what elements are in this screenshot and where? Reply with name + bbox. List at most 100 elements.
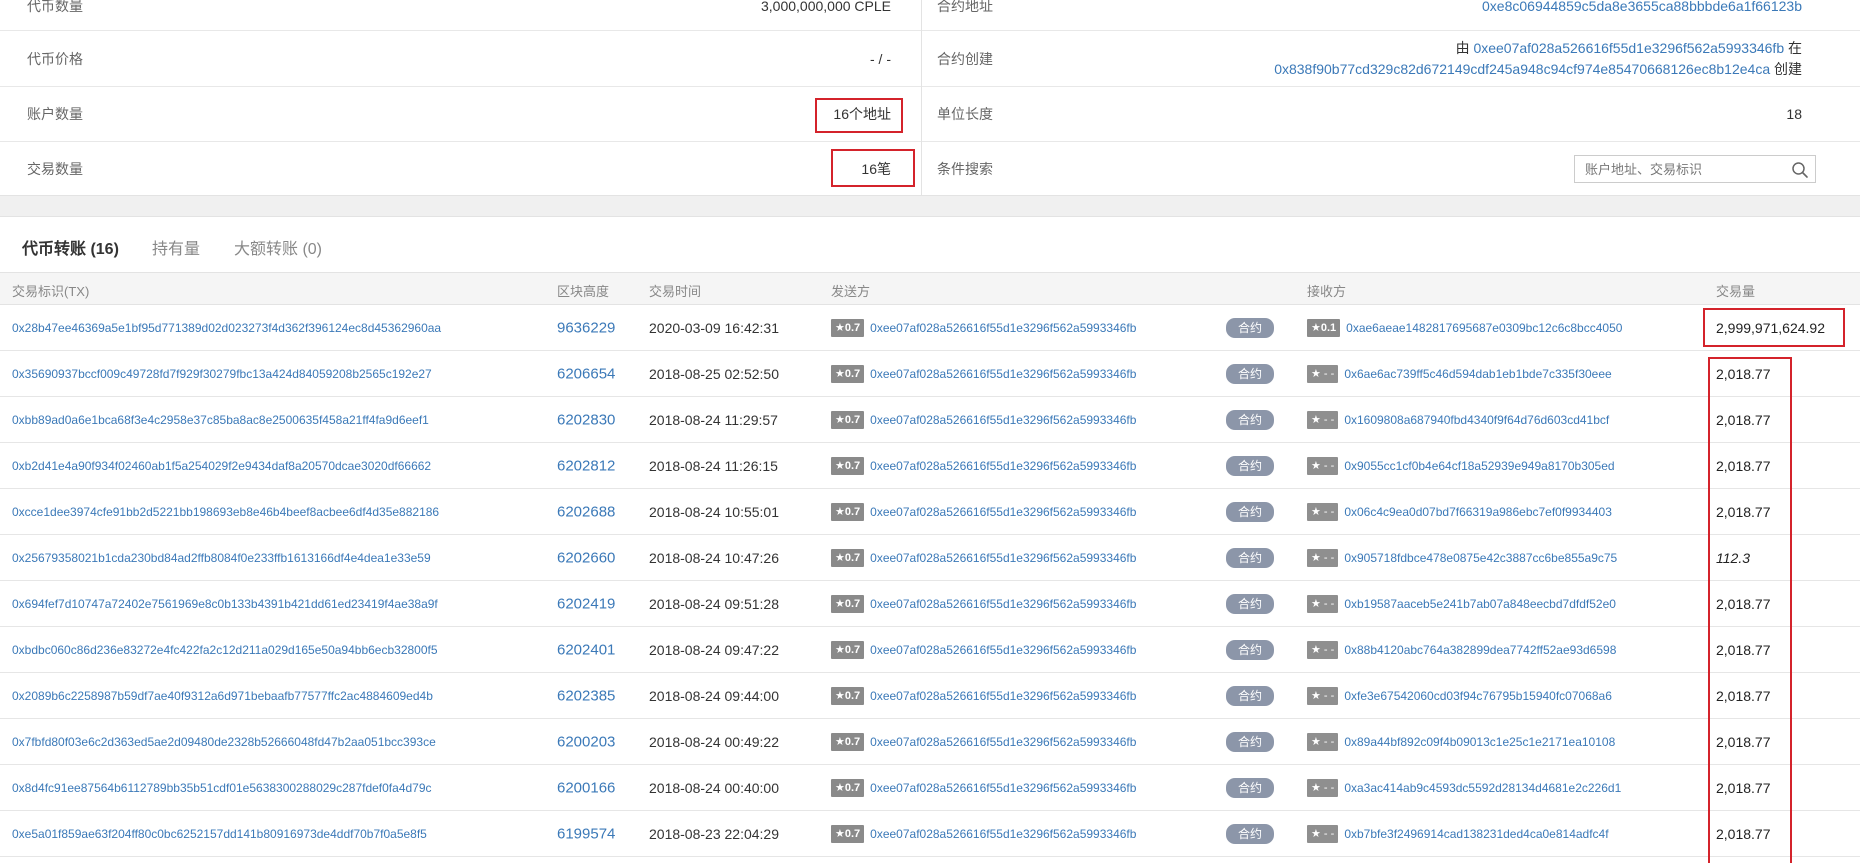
tab-holdings[interactable]: 持有量	[152, 235, 200, 259]
tx-time: 2018-08-24 00:40:00	[649, 779, 779, 796]
contract-tag-cell: 合约	[1226, 363, 1275, 384]
sender-address-link[interactable]: 0xee07af028a526616f55d1e3296f562a5993346…	[870, 781, 1136, 795]
receiver-cell: ★ - - 0x6ae6ac739ff5c46d594dab1eb1bde7c33…	[1307, 364, 1612, 383]
receiver-cell: ★ - - 0xa3ac414ab9c4593dc5592d28134d4681e…	[1307, 778, 1621, 797]
table-row: 0x25679358021b1cda230bd84ad2ffb8084f0e23…	[0, 535, 1860, 581]
sender-address-link[interactable]: 0xee07af028a526616f55d1e3296f562a5993346…	[870, 413, 1136, 427]
sender-address-link[interactable]: 0xee07af028a526616f55d1e3296f562a5993346…	[870, 551, 1136, 565]
tx-hash-link[interactable]: 0x694fef7d10747a72402e7561969e8c0b133b43…	[12, 597, 438, 611]
tab-token-transfers[interactable]: 代币转账 (16)	[22, 235, 119, 259]
block-height-link[interactable]: 6202401	[557, 641, 615, 658]
table-header: 交易标识(TX) 区块高度 交易时间 发送方 接收方 交易量	[0, 273, 1860, 305]
amount-value: 2,018.77	[1716, 457, 1771, 474]
block-height-link[interactable]: 6202812	[557, 457, 615, 474]
receiver-cell: ★ - - 0x905718fdbce478e0875e42c3887cc6be8…	[1307, 548, 1617, 567]
token-overview-panel: 代币数量 3,000,000,000 CPLE 代币价格 - / - 账户数量 …	[0, 0, 1860, 196]
overview-right-column: 合约地址 0xe8c06944859c5da8e3655ca88bbbde6a1…	[922, 0, 1860, 196]
tx-time: 2020-03-09 16:42:31	[649, 319, 779, 336]
creator-address-link[interactable]: 0xee07af028a526616f55d1e3296f562a5993346…	[1473, 40, 1784, 56]
receiver-cell: ★0.1 0xae6aeae1482817695687e0309bc12c6c8b…	[1307, 318, 1622, 337]
header-amount: 交易量	[1716, 284, 1756, 299]
contract-tag: 合约	[1226, 363, 1275, 384]
table-row: 0x28b47ee46369a5e1bf95d771389d02d023273f…	[0, 305, 1860, 351]
sender-address-link[interactable]: 0xee07af028a526616f55d1e3296f562a5993346…	[870, 827, 1136, 841]
tx-hash-link[interactable]: 0xbb89ad0a6e1bca68f3e4c2958e37c85ba8ac8e…	[12, 413, 429, 427]
tab-large-transfers[interactable]: 大额转账 (0)	[234, 235, 322, 259]
tx-hash-link[interactable]: 0x35690937bccf009c49728fd7f929f30279fbc1…	[12, 367, 432, 381]
block-height-link[interactable]: 6202385	[557, 687, 615, 704]
contract-tag-cell: 合约	[1226, 547, 1275, 568]
receiver-cell: ★ - - 0x9055cc1cf0b4e64cf18a52939e949a817…	[1307, 456, 1615, 475]
tx-hash-link[interactable]: 0xcce1dee3974cfe91bb2d5221bb198693eb8e46…	[12, 505, 439, 519]
creation-suffix: 创建	[1774, 60, 1802, 77]
sender-address-link[interactable]: 0xee07af028a526616f55d1e3296f562a5993346…	[870, 597, 1136, 611]
table-row: 0xb2d41e4a90f934f02460ab1f5a254029f2e943…	[0, 443, 1860, 489]
tx-hash-link[interactable]: 0x7fbfd80f03e6c2d363ed5ae2d09480de2328b5…	[12, 735, 436, 749]
tx-hash-link[interactable]: 0x2089b6c2258987b59df7ae40f9312a6d971beb…	[12, 689, 433, 703]
transfers-tabs: 代币转账 (16) 持有量 大额转账 (0)	[0, 217, 1860, 273]
contract-tag-cell: 合约	[1226, 685, 1275, 706]
sender-cell: ★0.7 0xee07af028a526616f55d1e3296f562a599…	[831, 640, 1136, 659]
table-row: 0x694fef7d10747a72402e7561969e8c0b133b43…	[0, 581, 1860, 627]
sender-address-link[interactable]: 0xee07af028a526616f55d1e3296f562a5993346…	[870, 459, 1136, 473]
creation-tx-link[interactable]: 0x838f90b77cd329c82d672149cdf245a948c94c…	[1274, 61, 1770, 77]
contract-address-link[interactable]: 0xe8c06944859c5da8e3655ca88bbbde6a1f6612…	[1482, 0, 1802, 14]
block-height-link[interactable]: 6202688	[557, 503, 615, 520]
amount-value: 2,018.77	[1716, 641, 1771, 658]
header-from: 发送方	[831, 284, 871, 299]
block-height-link[interactable]: 6202419	[557, 595, 615, 612]
receiver-address-link[interactable]: 0x06c4c9ea0d07bd7f66319a986ebc7ef0f99344…	[1344, 505, 1612, 519]
tx-hash-link[interactable]: 0x28b47ee46369a5e1bf95d771389d02d023273f…	[12, 321, 441, 335]
receiver-address-link[interactable]: 0x89a44bf892c09f4b09013c1e25c1e2171ea101…	[1344, 735, 1615, 749]
tx-hash-link[interactable]: 0xbdbc060c86d236e83272e4fc422fa2c12d211a…	[12, 643, 438, 657]
sender-rating-badge: ★0.7	[831, 364, 865, 383]
tx-time: 2018-08-24 10:55:01	[649, 503, 779, 520]
sender-cell: ★0.7 0xee07af028a526616f55d1e3296f562a599…	[831, 686, 1136, 705]
receiver-address-link[interactable]: 0xfe3e67542060cd03f94c76795b15940fc07068…	[1344, 689, 1612, 703]
sender-address-link[interactable]: 0xee07af028a526616f55d1e3296f562a5993346…	[870, 321, 1136, 335]
sender-address-link[interactable]: 0xee07af028a526616f55d1e3296f562a5993346…	[870, 367, 1136, 381]
block-height-link[interactable]: 6206654	[557, 365, 615, 382]
block-height-link[interactable]: 9636229	[557, 319, 615, 336]
sender-address-link[interactable]: 0xee07af028a526616f55d1e3296f562a5993346…	[870, 689, 1136, 703]
sender-address-link[interactable]: 0xee07af028a526616f55d1e3296f562a5993346…	[870, 505, 1136, 519]
tx-hash-link[interactable]: 0x8d4fc91ee87564b6112789bb35b51cdf01e563…	[12, 781, 432, 795]
contract-tag-cell: 合约	[1226, 409, 1275, 430]
tx-hash-link[interactable]: 0xe5a01f859ae63f204ff80c0bc6252157dd141b…	[12, 827, 427, 841]
search-icon[interactable]	[1791, 161, 1809, 179]
receiver-address-link[interactable]: 0xae6aeae1482817695687e0309bc12c6c8bcc40…	[1346, 321, 1622, 335]
receiver-rating-badge: ★ - -	[1307, 502, 1339, 521]
receiver-address-link[interactable]: 0x1609808a687940fbd4340f9f64d76d603cd41b…	[1344, 413, 1609, 427]
table-row: 0xcce1dee3974cfe91bb2d5221bb198693eb8e46…	[0, 489, 1860, 535]
sender-address-link[interactable]: 0xee07af028a526616f55d1e3296f562a5993346…	[870, 643, 1136, 657]
sender-address-link[interactable]: 0xee07af028a526616f55d1e3296f562a5993346…	[870, 735, 1136, 749]
tx-hash-link[interactable]: 0x25679358021b1cda230bd84ad2ffb8084f0e23…	[12, 551, 431, 565]
block-height-link[interactable]: 6200203	[557, 733, 615, 750]
receiver-address-link[interactable]: 0x905718fdbce478e0875e42c3887cc6be855a9c…	[1344, 551, 1617, 565]
search-box	[1574, 155, 1816, 183]
receiver-address-link[interactable]: 0xa3ac414ab9c4593dc5592d28134d4681e2c226…	[1344, 781, 1621, 795]
tx-time: 2018-08-25 02:52:50	[649, 365, 779, 382]
block-height-link[interactable]: 6202830	[557, 411, 615, 428]
contract-tag-cell: 合约	[1226, 823, 1275, 844]
receiver-address-link[interactable]: 0xb7bfe3f2496914cad138231ded4ca0e814adfc…	[1344, 827, 1608, 841]
receiver-address-link[interactable]: 0xb19587aaceb5e241b7ab07a848eecbd7dfdf52…	[1344, 597, 1616, 611]
receiver-address-link[interactable]: 0x88b4120abc764a382899dea7742ff52ae93d65…	[1344, 643, 1616, 657]
sender-rating-badge: ★0.7	[831, 548, 865, 567]
tx-time: 2018-08-24 09:51:28	[649, 595, 779, 612]
receiver-cell: ★ - - 0x1609808a687940fbd4340f9f64d76d603…	[1307, 410, 1609, 429]
receiver-address-link[interactable]: 0x9055cc1cf0b4e64cf18a52939e949a8170b305…	[1344, 459, 1614, 473]
receiver-cell: ★ - - 0x89a44bf892c09f4b09013c1e25c1e2171…	[1307, 732, 1615, 751]
search-input[interactable]	[1575, 156, 1780, 182]
block-height-link[interactable]: 6202660	[557, 549, 615, 566]
contract-tag: 合约	[1226, 731, 1275, 752]
contract-tag: 合约	[1226, 685, 1275, 706]
block-height-link[interactable]: 6200166	[557, 779, 615, 796]
receiver-address-link[interactable]: 0x6ae6ac739ff5c46d594dab1eb1bde7c335f30e…	[1344, 367, 1611, 381]
tx-hash-link[interactable]: 0xb2d41e4a90f934f02460ab1f5a254029f2e943…	[12, 459, 431, 473]
block-height-link[interactable]: 6199574	[557, 825, 615, 842]
receiver-cell: ★ - - 0x06c4c9ea0d07bd7f66319a986ebc7ef0f…	[1307, 502, 1612, 521]
overview-row-holders: 账户数量 16个地址	[0, 87, 921, 142]
sender-cell: ★0.7 0xee07af028a526616f55d1e3296f562a599…	[831, 594, 1136, 613]
receiver-cell: ★ - - 0x88b4120abc764a382899dea7742ff52ae…	[1307, 640, 1616, 659]
